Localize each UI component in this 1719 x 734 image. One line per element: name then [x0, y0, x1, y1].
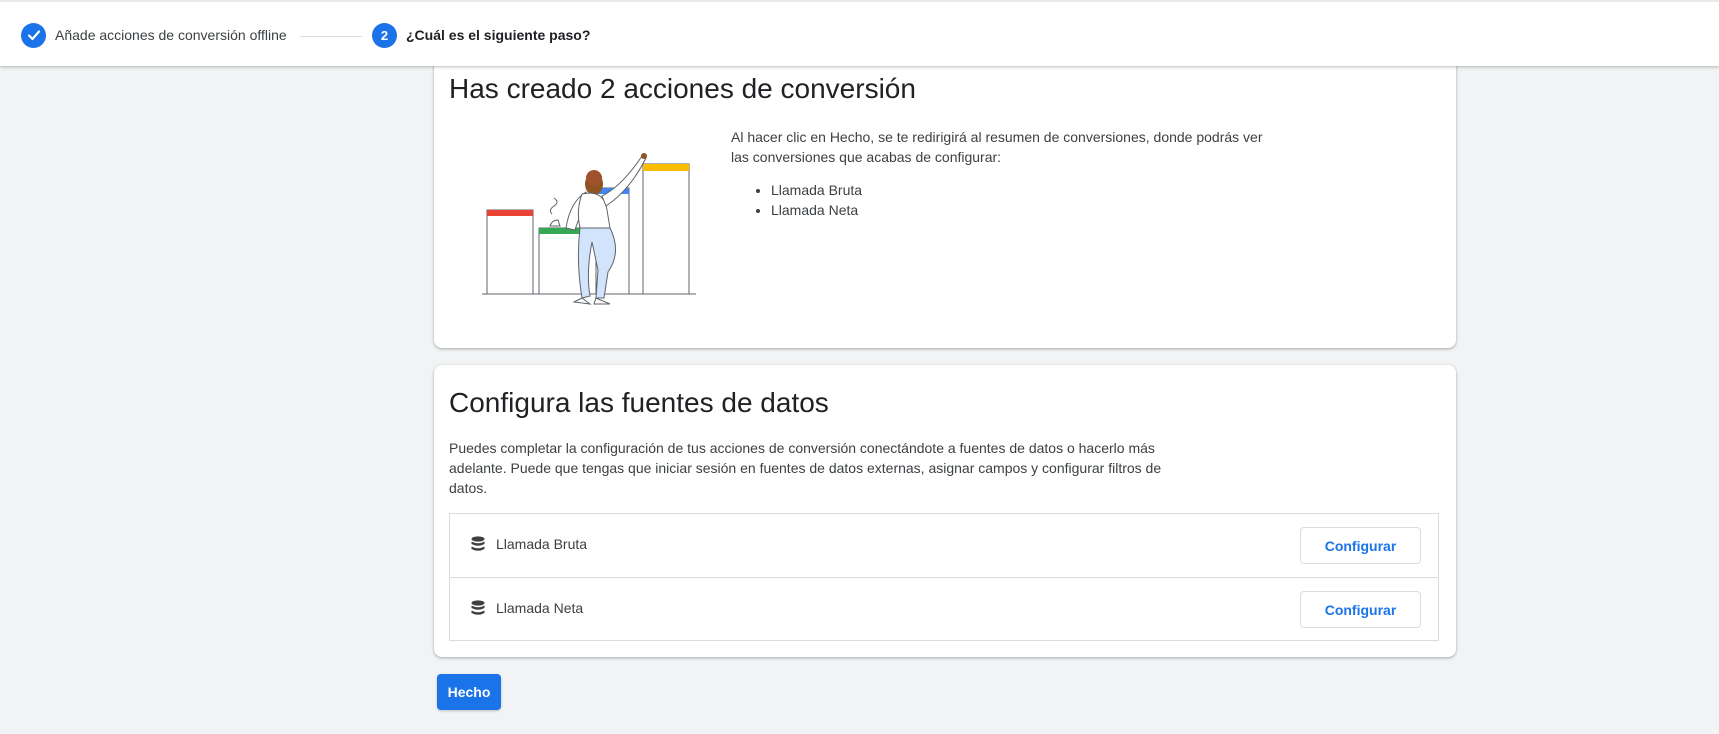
- list-item: Llamada Neta: [771, 200, 862, 220]
- data-sources-list: Llamada Bruta Configurar Llamada Neta Co…: [449, 513, 1439, 641]
- list-item: Llamada Bruta: [771, 180, 862, 200]
- data-sources-description: Puedes completar la configuración de tus…: [449, 440, 1162, 496]
- done-button[interactable]: Hecho: [437, 674, 501, 710]
- step-2: 2 ¿Cuál es el siguiente paso?: [372, 2, 590, 68]
- data-sources-card: Configura las fuentes de datos Puedes co…: [434, 365, 1456, 657]
- source-name: Llamada Bruta: [496, 536, 588, 552]
- step-1-label: Añade acciones de conversión offline: [55, 27, 287, 43]
- step-2-label: ¿Cuál es el siguiente paso?: [406, 27, 591, 43]
- list-item: Llamada Bruta Configurar: [450, 514, 1438, 578]
- step-2-number: 2: [372, 22, 397, 48]
- database-icon: [471, 600, 485, 615]
- conversion-list: Llamada Bruta Llamada Neta: [731, 180, 862, 220]
- conversion-created-card: Has creado 2 acciones de conversión Al h…: [434, 40, 1456, 348]
- configure-button[interactable]: Configurar: [1300, 591, 1421, 628]
- configure-button[interactable]: Configurar: [1300, 527, 1421, 564]
- step-1: Añade acciones de conversión offline: [21, 2, 287, 68]
- bar-chart-person-illustration: [482, 153, 696, 305]
- check-icon: [21, 22, 46, 48]
- list-item: Llamada Neta Configurar: [450, 578, 1438, 640]
- conversion-created-title: Has creado 2 acciones de conversión: [449, 73, 916, 104]
- database-icon: [471, 536, 485, 551]
- data-sources-title: Configura las fuentes de datos: [449, 387, 829, 418]
- intro-text: Al hacer clic en Hecho, se te redirigirá…: [731, 129, 1263, 165]
- step-connector: [300, 36, 362, 37]
- source-name: Llamada Neta: [496, 600, 584, 616]
- stepper-header: Añade acciones de conversión offline 2 ¿…: [0, 0, 1719, 66]
